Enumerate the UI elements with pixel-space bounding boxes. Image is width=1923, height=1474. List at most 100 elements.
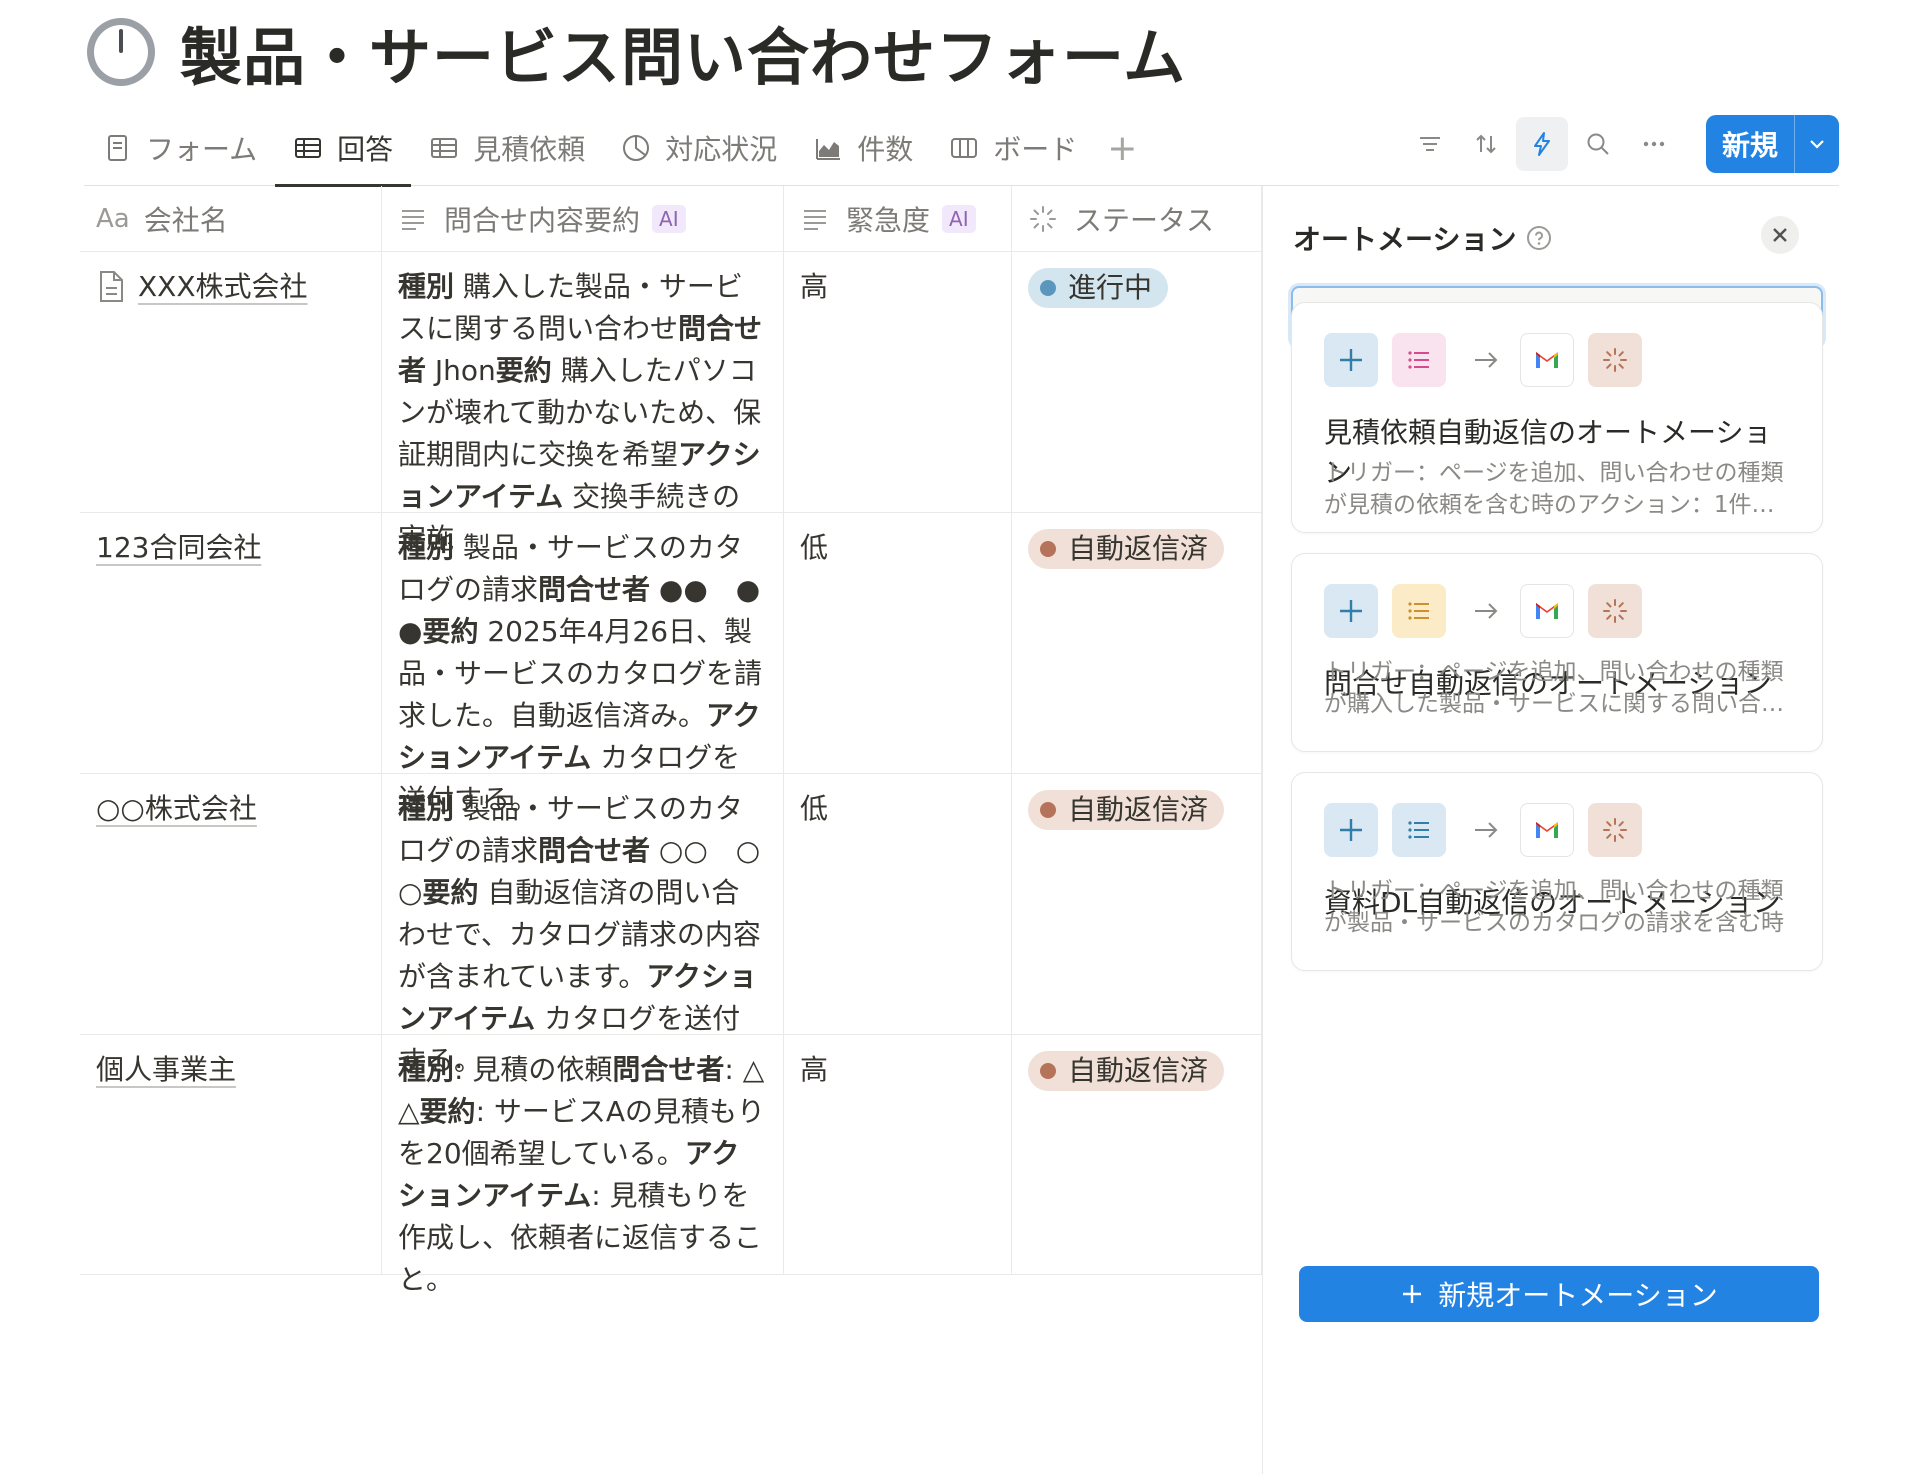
urgency-value: 高 <box>800 1053 829 1086</box>
tab-label: ボード <box>993 133 1078 166</box>
tab-form[interactable]: フォーム <box>84 110 275 186</box>
view-tabs: フォーム 回答 見積依頼 対応状況 件数 ボード + <box>84 110 1149 187</box>
tab-board[interactable]: ボード <box>931 110 1095 186</box>
summary-field-label: 種別 <box>398 792 455 825</box>
cell-urgency[interactable]: 低 <box>784 513 1012 773</box>
summary-field-label: 種別 <box>398 531 455 564</box>
more-icon <box>1643 141 1665 147</box>
text-lines-icon <box>402 209 424 230</box>
summary-field-label: 要約 <box>422 876 479 909</box>
company-link[interactable]: ○○株式会社 <box>96 788 365 830</box>
column-label: ステータス <box>1074 203 1215 237</box>
text-property-icon: Aa <box>96 203 130 234</box>
automations-button[interactable] <box>1515 117 1568 171</box>
page-title[interactable]: 製品・サービス問い合わせフォーム <box>180 7 1186 97</box>
arrow-right-icon <box>1466 803 1506 857</box>
cell-urgency[interactable]: 高 <box>784 1035 1012 1274</box>
column-label: 問合せ内容要約 <box>444 203 641 237</box>
column-header-company[interactable]: Aa 会社名 <box>80 186 382 251</box>
automation-description: トリガー：ページを追加、問い合わせの種類が購入した製品・サービスに関する問い合わ… <box>1324 659 1784 717</box>
status-dot <box>1040 541 1056 557</box>
urgency-value: 低 <box>800 531 829 564</box>
table-row[interactable]: 個人事業主 種別: 見積の依頼問合せ者: △△要約: サービスAの見積もりを20個… <box>80 1035 1262 1296</box>
summary-field-label: 要約 <box>495 354 552 387</box>
tab-label: 回答 <box>337 133 394 166</box>
app-root: 製品・サービス問い合わせフォーム フォーム 回答 見積依頼 対応状況 件数 ボー… <box>0 0 1923 1474</box>
automation-card[interactable]: 問合せ自動返信のオートメーション トリガー：ページを追加、問い合わせの種類が購入し… <box>1291 553 1823 752</box>
tab-status-chart[interactable]: 対応状況 <box>603 110 795 186</box>
cell-urgency[interactable]: 高 <box>784 252 1012 512</box>
table-row[interactable]: 123合同会社 種別 製品・サービスのカタログの請求問合せ者 ●● ●●要約 20… <box>80 513 1262 816</box>
page-header: 製品・サービス問い合わせフォーム <box>84 10 1186 94</box>
company-link[interactable]: 個人事業主 <box>96 1049 365 1091</box>
cell-company[interactable]: ○○株式会社 <box>80 774 382 1034</box>
cell-status[interactable]: 自動返信済 <box>1012 513 1262 773</box>
cell-status[interactable]: 進行中 <box>1012 252 1262 512</box>
table-row[interactable]: ○○株式会社 種別 製品・サービスのカタログの請求問合せ者 ○○ ○○要約 自動返… <box>80 774 1262 1077</box>
table-row[interactable]: XXX株式会社 種別 購入した製品・サービスに関する問い合わせ問合せ者 Jhon要… <box>80 252 1262 555</box>
sort-icon <box>1476 134 1496 154</box>
status-dot <box>1040 802 1056 818</box>
table-icon <box>431 138 458 158</box>
status-badge: 自動返信済 <box>1028 1051 1225 1091</box>
status-badge: 自動返信済 <box>1028 790 1225 830</box>
automation-flow-icons <box>1324 333 1656 387</box>
summary-field-label: 問合せ者 <box>612 1053 725 1086</box>
cell-company[interactable]: XXX株式会社 <box>80 252 382 512</box>
automation-flow-icons <box>1324 584 1656 638</box>
gmail-icon <box>1520 333 1574 387</box>
summary-field-value: : 見積の依頼 <box>454 1053 613 1086</box>
tab-label: 件数 <box>857 133 914 166</box>
column-header-status[interactable]: ステータス <box>1012 186 1262 251</box>
filter-icon <box>1419 137 1440 151</box>
new-page-dropdown-button[interactable] <box>1795 115 1839 173</box>
search-button[interactable] <box>1572 117 1624 171</box>
tab-responses[interactable]: 回答 <box>275 110 412 187</box>
new-automation-button[interactable]: 新規オートメーション <box>1299 1266 1819 1322</box>
status-dot <box>1040 1063 1056 1079</box>
tab-label: フォーム <box>146 133 258 166</box>
help-icon[interactable] <box>1526 225 1552 251</box>
filter-button[interactable] <box>1404 117 1456 171</box>
cell-summary[interactable]: 種別 購入した製品・サービスに関する問い合わせ問合せ者 Jhon要約 購入したパ… <box>382 252 784 555</box>
search-icon <box>1587 133 1609 155</box>
urgency-value: 低 <box>800 792 829 825</box>
automation-card[interactable]: 見積依頼自動返信のオートメーション トリガー：ページを追加、問い合わせの種類が見積… <box>1291 302 1823 533</box>
cell-company[interactable]: 個人事業主 <box>80 1035 382 1274</box>
lightning-icon <box>1533 132 1550 156</box>
table-icon <box>295 138 322 158</box>
column-header-summary[interactable]: 問合せ内容要約 AI <box>382 186 784 251</box>
add-view-button[interactable]: + <box>1095 110 1149 186</box>
company-link[interactable]: 123合同会社 <box>96 527 365 569</box>
automation-card[interactable]: 資料DL自動返信のオートメーション トリガー：ページを追加、問い合わせの種類が製品… <box>1291 772 1823 971</box>
cell-summary[interactable]: 種別 製品・サービスのカタログの請求問合せ者 ●● ●●要約 2025年4月26… <box>382 513 784 816</box>
tab-count-chart[interactable]: 件数 <box>795 110 931 186</box>
sort-button[interactable] <box>1460 117 1512 171</box>
cell-summary[interactable]: 種別: 見積の依頼問合せ者: △△要約: サービスAの見積もりを20個希望してい… <box>382 1035 784 1296</box>
new-page-main-button[interactable]: 新規 <box>1706 115 1795 173</box>
ai-badge: AI <box>652 204 686 233</box>
more-button[interactable] <box>1628 117 1680 171</box>
company-link[interactable]: XXX株式会社 <box>96 266 365 308</box>
table-header: Aa 会社名 問合せ内容要約 AI 緊急度 AI ステータス <box>80 186 1262 252</box>
responses-table: Aa 会社名 問合せ内容要約 AI 緊急度 AI ステータス XXX株式会社 種別… <box>80 186 1262 1474</box>
column-header-urgency[interactable]: 緊急度 AI <box>784 186 1012 251</box>
list-icon <box>1392 803 1446 857</box>
cell-company[interactable]: 123合同会社 <box>80 513 382 773</box>
summary-field-label: 問合せ者 <box>538 573 651 606</box>
tab-label: 対応状況 <box>665 133 778 166</box>
board-icon <box>951 138 978 158</box>
cell-status[interactable]: 自動返信済 <box>1012 774 1262 1034</box>
clock-icon[interactable] <box>84 15 158 89</box>
text-lines-icon <box>804 209 826 230</box>
tab-quote-requests[interactable]: 見積依頼 <box>411 110 603 186</box>
close-panel-button[interactable] <box>1761 216 1799 254</box>
cell-urgency[interactable]: 低 <box>784 774 1012 1034</box>
status-label: 自動返信済 <box>1068 532 1209 565</box>
cell-summary[interactable]: 種別 製品・サービスのカタログの請求問合せ者 ○○ ○○要約 自動返信済の問い合… <box>382 774 784 1077</box>
gmail-icon <box>1520 584 1574 638</box>
ai-badge: AI <box>942 204 976 233</box>
summary-field-label: 種別 <box>398 270 455 303</box>
cell-status[interactable]: 自動返信済 <box>1012 1035 1262 1274</box>
list-icon <box>1392 333 1446 387</box>
